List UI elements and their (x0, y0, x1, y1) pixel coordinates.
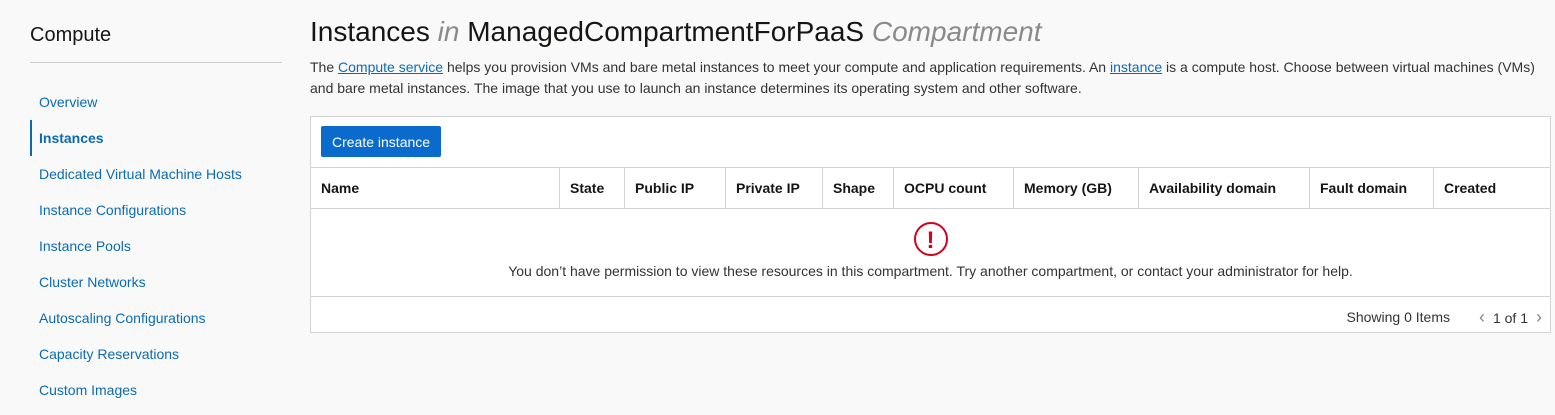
main-content: Instances in ManagedCompartmentForPaaS C… (310, 0, 1553, 333)
sidebar-item-overview[interactable]: Overview (30, 84, 282, 120)
sidebar-item-instances[interactable]: Instances (30, 120, 282, 156)
sidebar-item-cluster-networks[interactable]: Cluster Networks (30, 264, 282, 300)
chevron-left-icon[interactable]: ‹ (1479, 307, 1485, 328)
sidebar-item-capacity-reservations[interactable]: Capacity Reservations (30, 336, 282, 372)
empty-state: ! You don’t have permission to view thes… (311, 209, 1550, 297)
sidebar-title: Compute (30, 24, 282, 63)
desc-part2: helps you provision VMs and bare metal i… (446, 59, 1107, 75)
sidebar-item-custom-images[interactable]: Custom Images (30, 372, 282, 408)
empty-state-message: You don’t have permission to view these … (508, 263, 1353, 279)
error-icon: ! (913, 222, 948, 256)
desc-part1: The (310, 59, 335, 75)
sidebar-item-instance-configurations[interactable]: Instance Configurations (30, 192, 282, 228)
column-header-ocpu-count[interactable]: OCPU count (893, 168, 1014, 209)
sidebar-item-instance-pools[interactable]: Instance Pools (30, 228, 282, 264)
table-header-row: Name State Public IP Private IP Shape OC… (311, 168, 1550, 209)
instances-table: Name State Public IP Private IP Shape OC… (311, 168, 1550, 296)
column-header-private-ip[interactable]: Private IP (725, 168, 823, 209)
column-header-public-ip[interactable]: Public IP (624, 168, 726, 209)
column-header-created[interactable]: Created (1433, 168, 1550, 209)
sidebar-nav: Overview Instances Dedicated Virtual Mac… (30, 84, 282, 408)
table-footer: Showing 0 Items ‹ 1 of 1 › (311, 296, 1550, 337)
sidebar-item-dedicated-vm-hosts[interactable]: Dedicated Virtual Machine Hosts (30, 156, 282, 192)
sidebar: Compute Overview Instances Dedicated Vir… (30, 0, 282, 408)
empty-state-row: ! You don’t have permission to view thes… (311, 209, 1550, 297)
chevron-right-icon[interactable]: › (1536, 307, 1542, 328)
page-title-main: Instances (310, 16, 430, 47)
column-header-fault-domain[interactable]: Fault domain (1309, 168, 1434, 209)
item-count: Showing 0 Items (1346, 309, 1451, 325)
toolbar: Create instance (311, 117, 1550, 168)
column-header-state[interactable]: State (559, 168, 625, 209)
create-instance-button[interactable]: Create instance (321, 126, 442, 157)
pagination: ‹ 1 of 1 › (1479, 307, 1542, 328)
page-title-in: in (437, 16, 460, 47)
page-title: Instances in ManagedCompartmentForPaaS C… (310, 16, 1553, 52)
column-header-shape[interactable]: Shape (822, 168, 894, 209)
instance-link[interactable]: instance (1110, 59, 1162, 75)
column-header-memory[interactable]: Memory (GB) (1013, 168, 1139, 209)
page-title-compartment: ManagedCompartmentForPaaS (467, 16, 865, 47)
instances-panel: Create instance Name State Public IP Pri… (310, 116, 1551, 333)
column-header-name[interactable]: Name (311, 168, 560, 209)
page-title-suffix: Compartment (871, 16, 1042, 47)
sidebar-item-autoscaling-configurations[interactable]: Autoscaling Configurations (30, 300, 282, 336)
compute-service-link[interactable]: Compute service (338, 59, 443, 75)
page-description: The Compute service helps you provision … (310, 57, 1550, 99)
page-indicator: 1 of 1 (1492, 309, 1528, 326)
column-header-availability-domain[interactable]: Availability domain (1138, 168, 1310, 209)
